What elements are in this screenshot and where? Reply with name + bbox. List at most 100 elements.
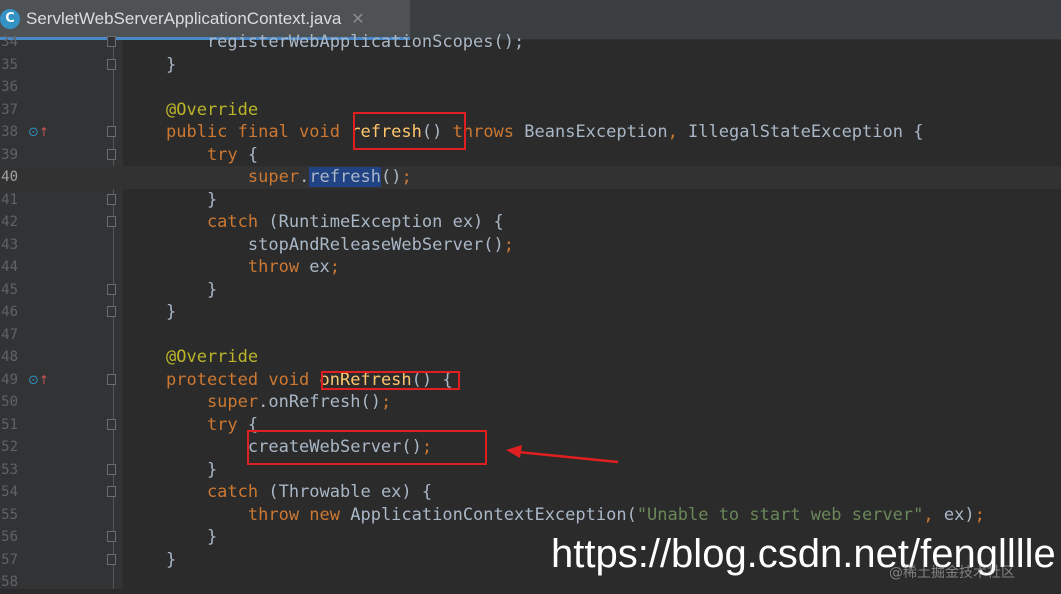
code-line[interactable]: 46} [0, 301, 1061, 324]
code-token: } [166, 279, 218, 300]
code-token: throw new [166, 504, 351, 525]
code-token: public final void [166, 122, 351, 142]
code-line[interactable]: 43 stopAndReleaseWebServer(); [0, 234, 1061, 257]
code-text: stopAndReleaseWebServer(); [166, 234, 514, 257]
code-text: try { [166, 414, 258, 437]
fold-marker-icon[interactable] [107, 418, 116, 430]
code-text: throw ex; [166, 256, 340, 279]
line-number: 46 [1, 304, 18, 320]
code-token: ; [503, 234, 515, 255]
override-marker-icon[interactable]: ⊙↑ [28, 124, 49, 141]
code-token: catch [166, 482, 269, 502]
line-number: 36 [1, 79, 18, 95]
fold-marker-icon[interactable] [107, 306, 116, 317]
code-token: } [166, 459, 218, 480]
code-line[interactable]: 48 @Override [0, 346, 1061, 369]
code-text: } [166, 54, 176, 77]
highlight-box-onrefresh [321, 371, 460, 390]
override-marker-icon[interactable]: ⊙↑ [28, 372, 49, 389]
line-number: 57 [1, 551, 18, 568]
code-token: } [166, 549, 177, 570]
code-text: catch (Throwable ex) { [166, 481, 432, 504]
code-text: super.refresh(); [166, 166, 412, 189]
code-token: , [923, 504, 944, 525]
code-token: ApplicationContextException( [350, 504, 637, 525]
code-line[interactable]: 41 } [0, 189, 1061, 212]
code-line[interactable]: 55 throw new ApplicationContextException… [0, 504, 1061, 527]
fold-marker-icon[interactable] [107, 58, 116, 70]
code-line[interactable]: 45 } [0, 279, 1061, 302]
code-text: } [166, 189, 217, 212]
code-text: try { [166, 144, 258, 167]
fold-marker-icon[interactable] [107, 373, 116, 385]
code-token: IllegalStateException { [688, 122, 924, 142]
line-number: 53 [1, 461, 18, 478]
code-text: } [166, 279, 217, 302]
code-line[interactable]: 40 super.refresh(); [0, 166, 1061, 189]
code-text: } [166, 301, 176, 324]
code-text: @Override [166, 99, 258, 122]
code-text: } [166, 526, 217, 549]
line-number: 52 [1, 439, 18, 455]
code-token: ; [974, 504, 985, 525]
line-number: 39 [1, 146, 18, 163]
highlight-box-createwebserver [247, 430, 487, 465]
code-token: } [166, 54, 177, 75]
code-token: throw [166, 257, 310, 277]
close-icon[interactable]: ✕ [351, 9, 364, 28]
code-token: } [166, 302, 177, 322]
line-number: 55 [1, 506, 18, 523]
code-token: ; [401, 167, 412, 187]
code-line[interactable]: 47 [0, 324, 1061, 347]
fold-marker-icon[interactable] [107, 283, 116, 295]
fold-marker-icon[interactable] [107, 463, 116, 475]
line-number: 54 [1, 484, 18, 500]
line-number: 37 [1, 101, 18, 118]
code-line[interactable]: 54 catch (Throwable ex) { [0, 481, 1061, 504]
code-text: public final void refresh() throws Beans… [166, 121, 923, 144]
code-token: (Throwable ex) { [268, 482, 433, 502]
code-token: (RuntimeException ex) { [268, 212, 504, 232]
code-line[interactable]: 50 super.onRefresh(); [0, 391, 1061, 414]
fold-marker-icon[interactable] [107, 216, 116, 227]
code-token: try [166, 144, 248, 165]
watermark-community: @稀土掘金技术社区 [889, 565, 1015, 581]
code-token: .onRefresh() [258, 392, 381, 412]
code-text: registerWebApplicationScopes(); [166, 31, 524, 54]
code-text: @Override [166, 346, 258, 369]
code-editor[interactable]: 34 registerWebApplicationScopes(); 35} 36 3… [0, 32, 1061, 590]
code-token: ; [329, 257, 341, 277]
fold-marker-icon[interactable] [107, 148, 116, 160]
code-token: . [299, 167, 310, 187]
code-token: refresh [309, 167, 381, 187]
fold-marker-icon[interactable] [107, 553, 116, 565]
code-line[interactable]: 51 try { [0, 414, 1061, 437]
code-token: } [166, 189, 218, 210]
fold-marker-icon[interactable] [107, 486, 116, 497]
code-text: } [166, 459, 217, 482]
code-line[interactable]: 49 ⊙↑ protected void onRefresh() { [0, 369, 1061, 392]
code-line[interactable]: 37 @Override [0, 99, 1061, 122]
code-line[interactable]: 38 ⊙↑ public final void refresh() throws B… [0, 121, 1061, 144]
code-text: } [166, 549, 176, 572]
line-number: 34 [1, 34, 18, 50]
code-line[interactable]: 36 [0, 76, 1061, 99]
fold-marker-icon[interactable] [107, 126, 116, 137]
code-line[interactable]: 44 throw ex; [0, 256, 1061, 279]
code-line[interactable]: 39 try { [0, 144, 1061, 167]
code-line[interactable]: 35} [0, 54, 1061, 77]
code-token: BeansException [524, 122, 668, 142]
annotation-arrow [506, 445, 619, 464]
code-line[interactable]: 34 registerWebApplicationScopes(); [0, 31, 1061, 54]
line-number: 35 [1, 56, 18, 73]
code-text: throw new ApplicationContextException("U… [166, 504, 985, 527]
code-token: registerWebApplicationScopes(); [166, 32, 525, 52]
fold-marker-icon[interactable] [107, 193, 116, 205]
line-number: 44 [1, 259, 18, 275]
fold-marker-icon[interactable] [107, 36, 116, 47]
code-token: @Override [166, 99, 259, 120]
code-line[interactable]: 42 catch (RuntimeException ex) { [0, 211, 1061, 234]
code-token: , [667, 122, 689, 142]
code-token: super [166, 392, 259, 412]
fold-marker-icon[interactable] [107, 531, 116, 542]
